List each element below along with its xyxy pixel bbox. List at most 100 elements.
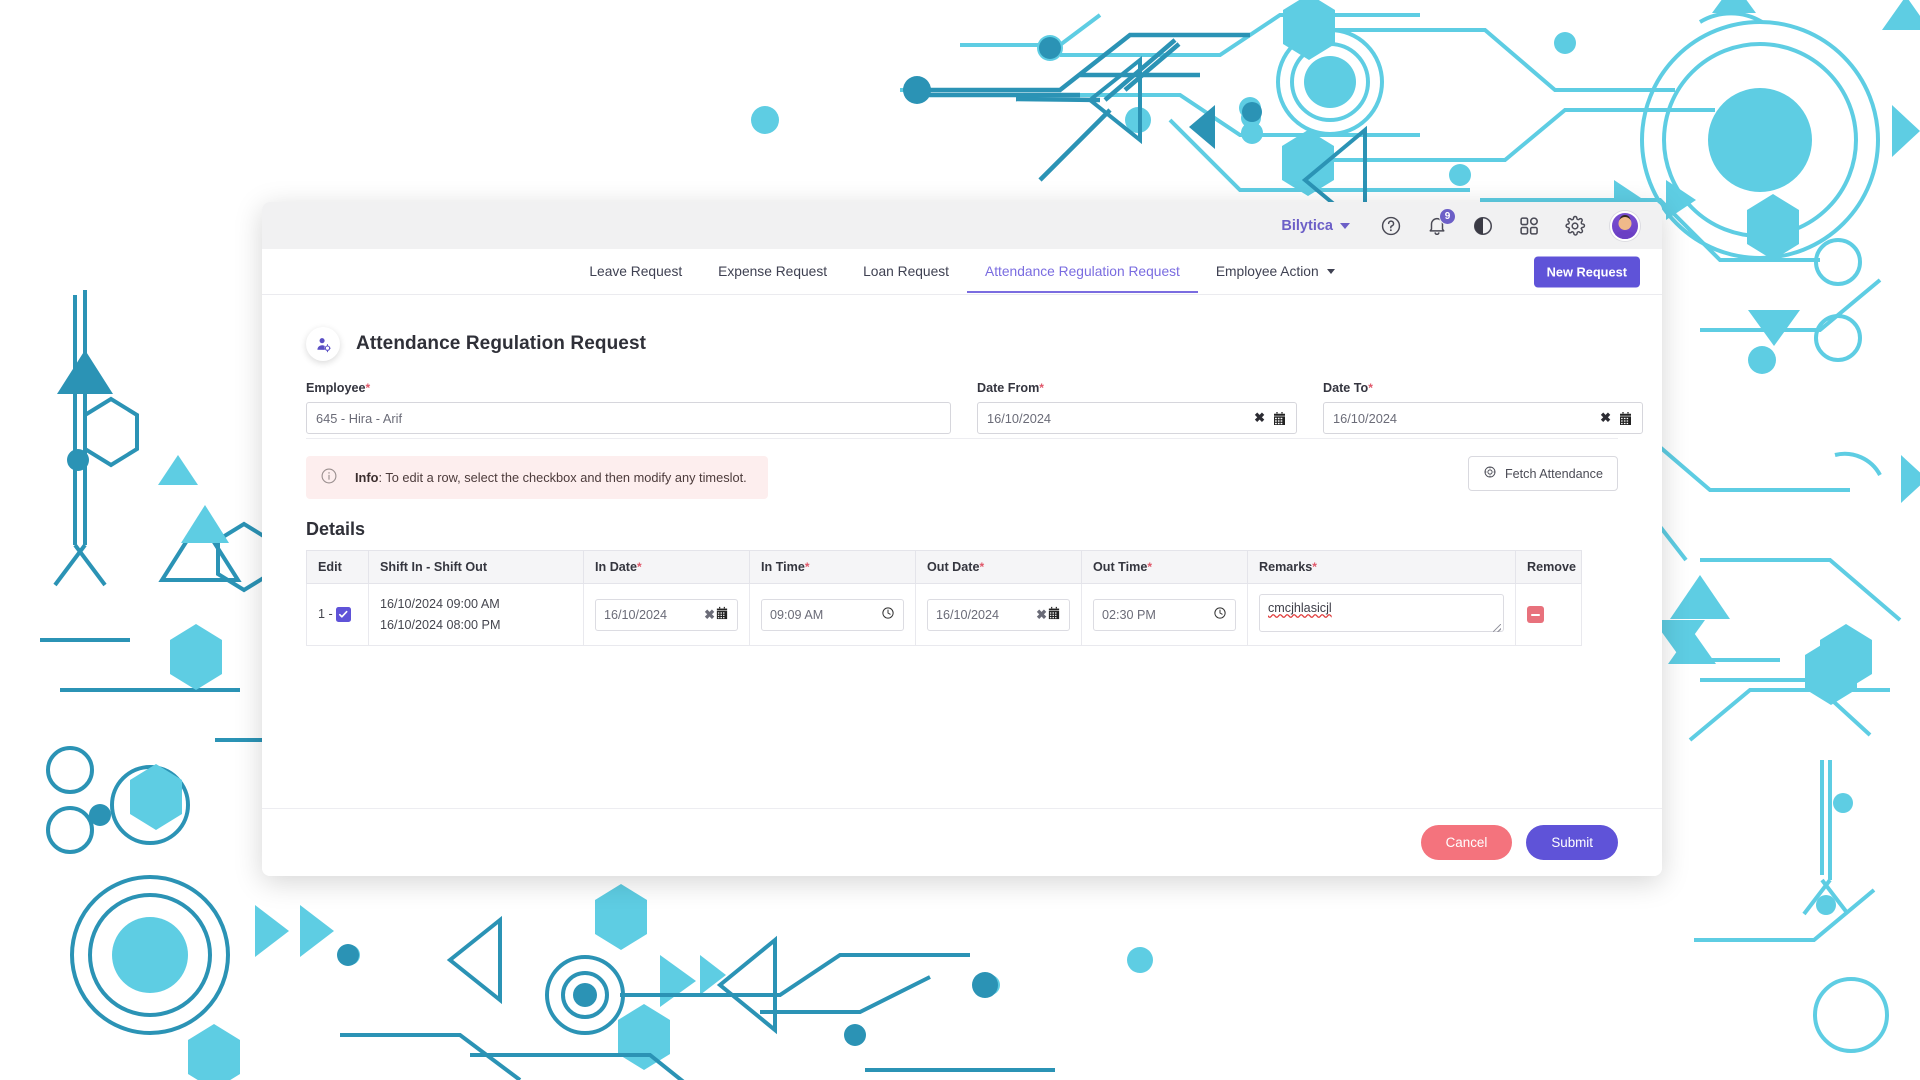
clock-icon[interactable] xyxy=(1213,606,1227,623)
row-index: 1 - xyxy=(318,606,333,621)
attendance-regulation-modal: Bilytica 9 Leave Request Expense Request… xyxy=(262,202,1662,876)
in-time-input[interactable]: 09:09 AM xyxy=(761,598,904,631)
request-form: Employee* 645 - Hira - Arif Date From* 1… xyxy=(306,381,1643,439)
shift-out-value: 16/10/2024 08:00 PM xyxy=(380,617,501,632)
contrast-icon[interactable] xyxy=(1472,215,1494,237)
employee-label: Employee* xyxy=(306,381,371,395)
date-to-input[interactable]: 16/10/2024 ✖ xyxy=(1323,402,1643,434)
date-to-label: Date To* xyxy=(1323,381,1373,395)
row-edit-checkbox[interactable] xyxy=(336,607,352,623)
tab-list: Leave Request Expense Request Loan Reque… xyxy=(571,251,1352,293)
required-marker: * xyxy=(1039,381,1044,395)
avatar[interactable] xyxy=(1610,210,1640,241)
info-body: : To edit a row, select the checkbox and… xyxy=(378,470,747,485)
col-in-time: In Time* xyxy=(749,550,916,584)
request-tab-bar: Leave Request Expense Request Loan Reque… xyxy=(262,249,1662,295)
app-top-bar: Bilytica 9 xyxy=(262,202,1662,249)
page-title: Attendance Regulation Request xyxy=(356,333,647,354)
gear-icon[interactable] xyxy=(1564,215,1586,237)
info-bold: Info xyxy=(355,470,379,485)
details-heading: Details xyxy=(306,519,366,539)
cell-shift-in-shift-out: 16/10/2024 09:00 AM 16/10/2024 08:00 PM xyxy=(368,583,584,646)
cell-out-time: 02:30 PM xyxy=(1081,583,1248,646)
tab-label: Loan Request xyxy=(863,263,950,279)
chevron-down-icon xyxy=(1326,269,1335,275)
minus-icon xyxy=(1531,613,1540,616)
col-remarks: Remarks* xyxy=(1247,550,1516,584)
remarks-input[interactable] xyxy=(1259,594,1504,632)
table-row: 1 - 16/10/2024 09:00 AM 16/10/2024 08:00… xyxy=(306,583,1582,646)
info-and-fetch-row: Info: To edit a row, select the checkbox… xyxy=(306,456,1618,499)
clear-icon[interactable]: ✖ xyxy=(704,607,715,623)
fetch-attendance-label: Fetch Attendance xyxy=(1504,466,1603,481)
tab-label: Leave Request xyxy=(589,263,683,279)
user-settings-icon xyxy=(306,327,340,361)
calendar-icon[interactable] xyxy=(715,606,729,623)
col-out-date: Out Date* xyxy=(915,550,1082,584)
notification-badge: 9 xyxy=(1439,207,1456,225)
tab-attendance-regulation-request[interactable]: Attendance Regulation Request xyxy=(967,251,1198,293)
tab-leave-request[interactable]: Leave Request xyxy=(571,251,700,293)
clear-icon[interactable]: ✖ xyxy=(1254,410,1265,426)
details-table: Edit Shift In - Shift Out In Date* In Ti… xyxy=(306,550,1582,646)
info-banner: Info: To edit a row, select the checkbox… xyxy=(306,456,768,499)
date-from-label: Date From* xyxy=(977,381,1044,395)
out-time-input[interactable]: 02:30 PM xyxy=(1093,598,1236,631)
modal-scroll-body[interactable]: Attendance Regulation Request Employee* … xyxy=(262,295,1662,808)
col-out-time: Out Time* xyxy=(1081,550,1248,584)
in-time-value: 09:09 AM xyxy=(770,607,824,622)
in-date-input[interactable]: 16/10/2024 ✖ xyxy=(595,598,738,631)
clear-icon[interactable]: ✖ xyxy=(1036,607,1047,623)
cell-remove xyxy=(1515,583,1582,646)
help-circle-icon[interactable] xyxy=(1380,215,1402,237)
tab-label: Expense Request xyxy=(718,263,828,279)
date-from-input[interactable]: 16/10/2024 ✖ xyxy=(977,402,1297,434)
required-marker: * xyxy=(365,381,371,395)
cell-remarks xyxy=(1247,583,1516,646)
refresh-gear-icon xyxy=(1483,465,1497,482)
employee-value: 645 - Hira - Arif xyxy=(316,410,403,426)
info-text: Info: To edit a row, select the checkbox… xyxy=(355,470,747,485)
new-request-button[interactable]: New Request xyxy=(1533,256,1640,287)
remove-row-button[interactable] xyxy=(1527,606,1544,623)
table-header-row: Edit Shift In - Shift Out In Date* In Ti… xyxy=(306,550,1582,584)
cell-in-time: 09:09 AM xyxy=(749,583,916,646)
clock-icon[interactable] xyxy=(881,606,895,623)
col-remove: Remove xyxy=(1515,550,1582,584)
tenant-dropdown[interactable]: Bilytica xyxy=(1281,218,1350,234)
tab-loan-request[interactable]: Loan Request xyxy=(845,251,967,293)
tab-expense-request[interactable]: Expense Request xyxy=(700,251,845,293)
tab-label: Employee Action xyxy=(1215,263,1319,279)
col-edit: Edit xyxy=(306,550,369,584)
header-icon-group: 9 xyxy=(1380,207,1640,241)
submit-button[interactable]: Submit xyxy=(1526,825,1618,860)
fetch-attendance-button[interactable]: Fetch Attendance xyxy=(1467,456,1618,491)
out-time-value: 02:30 PM xyxy=(1102,607,1156,622)
cell-edit: 1 - xyxy=(306,583,369,646)
modal-footer: Cancel Submit xyxy=(262,808,1662,876)
info-circle-icon xyxy=(320,467,338,488)
employee-input[interactable]: 645 - Hira - Arif xyxy=(306,402,951,434)
remarks-wrapper xyxy=(1259,594,1504,635)
cancel-button[interactable]: Cancel xyxy=(1420,825,1513,860)
calendar-icon[interactable] xyxy=(1618,411,1633,426)
shift-in-value: 16/10/2024 09:00 AM xyxy=(380,597,500,612)
calendar-icon[interactable] xyxy=(1047,606,1061,623)
tab-employee-action[interactable]: Employee Action xyxy=(1198,251,1353,293)
tab-label: Attendance Regulation Request xyxy=(985,263,1180,279)
cell-in-date: 16/10/2024 ✖ xyxy=(583,583,750,646)
tenant-label: Bilytica xyxy=(1281,217,1333,234)
date-from-field-group: Date From* 16/10/2024 ✖ xyxy=(977,381,1297,434)
out-date-value: 16/10/2024 xyxy=(936,607,1000,622)
date-from-value: 16/10/2024 xyxy=(987,410,1052,426)
apps-grid-icon[interactable] xyxy=(1518,215,1540,237)
page-title-row: Attendance Regulation Request xyxy=(306,315,1618,381)
date-to-field-group: Date To* 16/10/2024 ✖ xyxy=(1323,381,1643,434)
in-date-value: 16/10/2024 xyxy=(604,607,668,622)
clear-icon[interactable]: ✖ xyxy=(1600,410,1611,426)
bell-icon[interactable]: 9 xyxy=(1426,207,1456,237)
col-shift-in-shift-out: Shift In - Shift Out xyxy=(368,550,584,584)
employee-field-group: Employee* 645 - Hira - Arif xyxy=(306,381,951,434)
calendar-icon[interactable] xyxy=(1272,411,1287,426)
out-date-input[interactable]: 16/10/2024 ✖ xyxy=(927,598,1070,631)
